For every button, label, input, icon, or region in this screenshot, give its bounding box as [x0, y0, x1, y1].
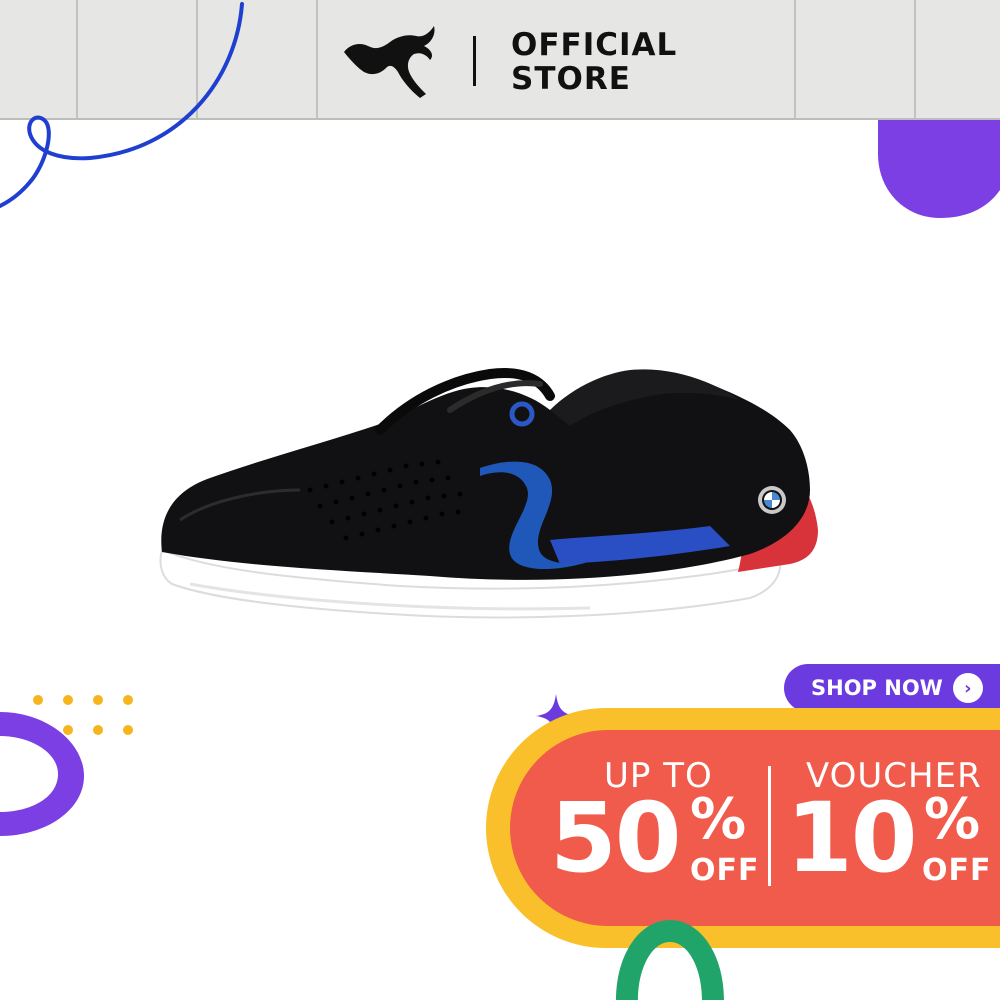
- voucher-percent: %: [924, 787, 981, 852]
- discount-off: OFF: [690, 853, 760, 888]
- sneaker-product-image: [159, 368, 818, 619]
- offer-divider: [768, 766, 771, 886]
- logo-divider: [473, 36, 476, 86]
- green-ring-decoration: [616, 920, 724, 1000]
- store-label-line2: STORE: [511, 61, 631, 97]
- discount-percent: %: [690, 787, 747, 852]
- header-grid-line: [794, 0, 796, 118]
- official-store-label: OFFICIAL STORE: [511, 28, 677, 96]
- shop-now-label: SHOP NOW: [811, 676, 943, 700]
- store-label-line1: OFFICIAL: [511, 27, 678, 63]
- discount-value: 50: [550, 782, 682, 894]
- blue-swoosh-decoration: [0, 2, 244, 208]
- purple-circle-decoration: [878, 120, 1000, 218]
- puma-logo-icon: [344, 26, 435, 98]
- chevron-right-icon: ›: [952, 673, 983, 703]
- bmw-badge-icon: [758, 486, 786, 514]
- purple-ring-decoration: [0, 712, 84, 836]
- header-grid-line: [914, 0, 916, 118]
- voucher-off: OFF: [922, 853, 992, 888]
- shop-now-button[interactable]: SHOP NOW ›: [784, 664, 1000, 712]
- voucher-value: 10: [786, 782, 918, 894]
- store-logo[interactable]: OFFICIAL STORE: [318, 0, 682, 118]
